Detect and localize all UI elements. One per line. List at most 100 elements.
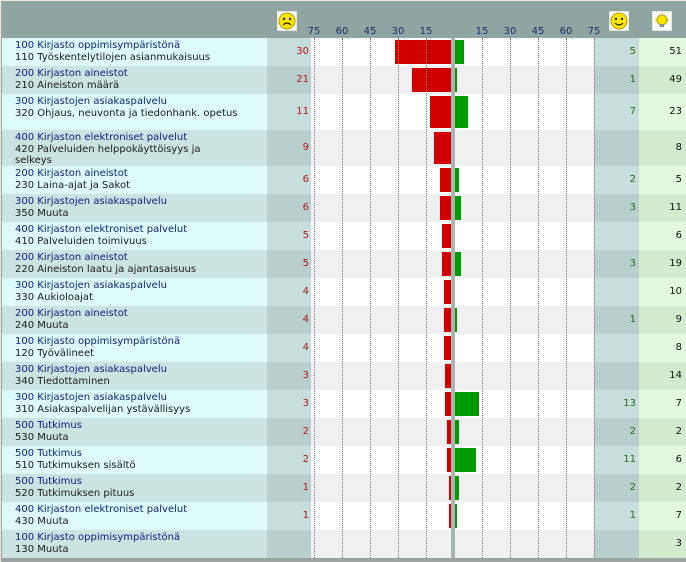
negative-count-cell: 30 bbox=[267, 38, 311, 66]
category-label: 400 Kirjaston elektroniset palvelut bbox=[15, 224, 188, 235]
positive-count: 1 bbox=[629, 510, 636, 521]
idea-count-cell: 7 bbox=[639, 390, 686, 418]
idea-count-cell: 9 bbox=[639, 306, 686, 334]
bar-cell bbox=[311, 530, 594, 558]
bar-cell bbox=[311, 362, 594, 390]
negative-count: 4 bbox=[302, 286, 309, 297]
row-label: 500 Tutkimus 510 Tutkimuksen sisältö bbox=[2, 446, 267, 474]
table-row[interactable]: 200 Kirjaston aineistot 210 Aineiston mää… bbox=[2, 66, 686, 94]
table-row[interactable]: 500 Tutkimus 520 Tutkimuksen pituus 1 2 2 bbox=[2, 474, 686, 502]
table-row[interactable]: 300 Kirjastojen asiakaspalvelu 310 Asiaka… bbox=[2, 390, 686, 418]
positive-count-cell bbox=[594, 334, 639, 362]
positive-count: 3 bbox=[629, 258, 636, 269]
positive-count-cell: 7 bbox=[594, 94, 639, 130]
positive-count: 2 bbox=[629, 426, 636, 437]
positive-count: 2 bbox=[629, 174, 636, 185]
idea-count: 7 bbox=[675, 510, 682, 521]
subcategory-label: 420 Palveluiden helppokäyttöisyys ja sel… bbox=[15, 144, 201, 166]
table-row[interactable]: 300 Kirjastojen asiakaspalvelu 320 Ohjaus… bbox=[2, 94, 686, 130]
table-row[interactable]: 200 Kirjaston aineistot 220 Aineiston laa… bbox=[2, 250, 686, 278]
positive-count-cell: 2 bbox=[594, 166, 639, 194]
chart-header: 75 60 45 30 15 15 30 45 60 75 bbox=[2, 2, 686, 38]
table-row[interactable]: 500 Tutkimus 510 Tutkimuksen sisältö 2 11 6 bbox=[2, 446, 686, 474]
positive-count-cell: 2 bbox=[594, 418, 639, 446]
idea-count: 2 bbox=[675, 482, 682, 493]
positive-count-cell: 2 bbox=[594, 474, 639, 502]
axis-tick-neg: 60 bbox=[335, 26, 349, 37]
table-row[interactable]: 300 Kirjastojen asiakaspalvelu 340 Tiedot… bbox=[2, 362, 686, 390]
bar-cell bbox=[311, 66, 594, 94]
negative-count-cell: 2 bbox=[267, 446, 311, 474]
row-label: 100 Kirjasto oppimisympäristönä 120 Työvä… bbox=[2, 334, 267, 362]
negative-count: 3 bbox=[302, 398, 309, 409]
table-row[interactable]: 100 Kirjasto oppimisympäristönä 110 Työsk… bbox=[2, 38, 686, 66]
idea-count-cell: 2 bbox=[639, 418, 686, 446]
negative-bar bbox=[443, 308, 451, 332]
table-row[interactable]: 100 Kirjasto oppimisympäristönä 130 Muuta… bbox=[2, 530, 686, 558]
row-label: 300 Kirjastojen asiakaspalvelu 340 Tiedot… bbox=[2, 362, 267, 390]
negative-count: 5 bbox=[302, 230, 309, 241]
table-row[interactable]: 300 Kirjastojen asiakaspalvelu 330 Aukiol… bbox=[2, 278, 686, 306]
idea-count: 9 bbox=[675, 314, 682, 325]
category-label: 100 Kirjasto oppimisympäristönä bbox=[15, 40, 181, 51]
idea-count: 19 bbox=[669, 258, 682, 269]
positive-count-cell: 13 bbox=[594, 390, 639, 418]
idea-count: 49 bbox=[669, 74, 682, 85]
row-label: 100 Kirjasto oppimisympäristönä 130 Muuta bbox=[2, 530, 267, 558]
positive-count-cell bbox=[594, 130, 639, 166]
negative-count: 6 bbox=[302, 202, 309, 213]
table-row[interactable]: 100 Kirjasto oppimisympäristönä 120 Työvä… bbox=[2, 334, 686, 362]
negative-count-cell: 3 bbox=[267, 390, 311, 418]
negative-count-cell: 9 bbox=[267, 130, 311, 166]
positive-count-cell bbox=[594, 278, 639, 306]
bar-cell bbox=[311, 474, 594, 502]
negative-count: 30 bbox=[296, 46, 309, 57]
bottom-border bbox=[2, 558, 686, 561]
table-row[interactable]: 400 Kirjaston elektroniset palvelut 410 P… bbox=[2, 222, 686, 250]
table-row[interactable]: 200 Kirjaston aineistot 230 Laina-ajat ja… bbox=[2, 166, 686, 194]
negative-bar bbox=[449, 476, 451, 500]
table-row[interactable]: 300 Kirjastojen asiakaspalvelu 350 Muuta 6… bbox=[2, 194, 686, 222]
subcategory-label: 120 Työvälineet bbox=[15, 348, 95, 359]
negative-count: 4 bbox=[302, 342, 309, 353]
subcategory-label: 430 Muuta bbox=[15, 516, 69, 527]
axis-tick-neg: 15 bbox=[419, 26, 433, 37]
table-row[interactable]: 200 Kirjaston aineistot 240 Muuta 4 1 9 bbox=[2, 306, 686, 334]
category-label: 200 Kirjaston aineistot bbox=[15, 68, 128, 79]
bar-cell bbox=[311, 446, 594, 474]
negative-bar bbox=[441, 252, 451, 276]
negative-bar bbox=[411, 68, 451, 92]
idea-count: 23 bbox=[669, 106, 682, 117]
positive-bar bbox=[455, 504, 457, 528]
table-row[interactable]: 400 Kirjaston elektroniset palvelut 420 P… bbox=[2, 130, 686, 166]
row-label: 200 Kirjaston aineistot 240 Muuta bbox=[2, 306, 267, 334]
category-label: 200 Kirjaston aineistot bbox=[15, 168, 128, 179]
positive-count-cell: 1 bbox=[594, 306, 639, 334]
bar-cell bbox=[311, 166, 594, 194]
bar-cell bbox=[311, 130, 594, 166]
row-label: 400 Kirjaston elektroniset palvelut 430 M… bbox=[2, 502, 267, 530]
row-label: 500 Tutkimus 530 Muuta bbox=[2, 418, 267, 446]
table-row[interactable]: 400 Kirjaston elektroniset palvelut 430 M… bbox=[2, 502, 686, 530]
negative-bar bbox=[447, 420, 451, 444]
idea-count-cell: 3 bbox=[639, 530, 686, 558]
idea-count-cell: 2 bbox=[639, 474, 686, 502]
negative-count: 9 bbox=[302, 142, 309, 153]
row-label: 100 Kirjasto oppimisympäristönä 110 Työsk… bbox=[2, 38, 267, 66]
idea-count-cell: 5 bbox=[639, 166, 686, 194]
negative-bar bbox=[443, 280, 451, 304]
subcategory-label: 510 Tutkimuksen sisältö bbox=[15, 460, 136, 471]
idea-count: 51 bbox=[669, 46, 682, 57]
bar-cell bbox=[311, 334, 594, 362]
category-label: 300 Kirjastojen asiakaspalvelu bbox=[15, 392, 167, 403]
idea-count-cell: 10 bbox=[639, 278, 686, 306]
idea-count: 6 bbox=[675, 454, 682, 465]
positive-count-cell: 1 bbox=[594, 502, 639, 530]
subcategory-label: 530 Muuta bbox=[15, 432, 69, 443]
negative-count-cell: 1 bbox=[267, 474, 311, 502]
category-label: 100 Kirjasto oppimisympäristönä bbox=[15, 336, 181, 347]
table-row[interactable]: 500 Tutkimus 530 Muuta 2 2 2 bbox=[2, 418, 686, 446]
negative-count-cell: 6 bbox=[267, 166, 311, 194]
positive-bar bbox=[455, 420, 459, 444]
negative-count-cell: 21 bbox=[267, 66, 311, 94]
